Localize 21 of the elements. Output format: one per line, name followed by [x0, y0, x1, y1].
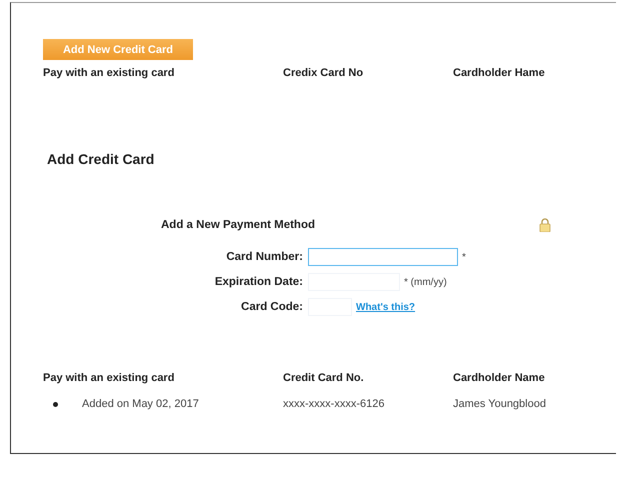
field-label: Card Number: — [225, 251, 304, 263]
field-hint: * (mm/yy) — [404, 276, 447, 288]
table-cell-text: xxxx-xxxx-xxxx-6126 — [283, 398, 386, 410]
help-link[interactable]: What's this? — [356, 302, 416, 312]
field-label: Expiration Date: — [214, 276, 304, 288]
section-heading: Add a New Payment Method — [161, 219, 315, 231]
input-field[interactable] — [308, 248, 458, 266]
column-header: Cardholder Hame — [453, 67, 546, 79]
column-header: Credit Card No. — [283, 372, 365, 384]
lock-icon — [539, 218, 551, 232]
table-cell-text: James Youngblood — [453, 398, 547, 410]
column-header: Cardholder Name — [453, 372, 546, 384]
column-header: Credix Card No — [283, 67, 364, 79]
column-header: Pay with an existing card — [43, 372, 176, 384]
field-hint: * — [462, 252, 466, 262]
column-header: Pay with an existing card — [43, 67, 176, 79]
field-label: Card Code: — [240, 301, 304, 313]
table-cell: Added on May 02, 2017 — [82, 398, 199, 410]
add-card-button[interactable]: Add New Credit Card — [43, 39, 193, 60]
bullet-icon — [53, 402, 58, 406]
page-title: Add Credit Card — [47, 151, 156, 167]
